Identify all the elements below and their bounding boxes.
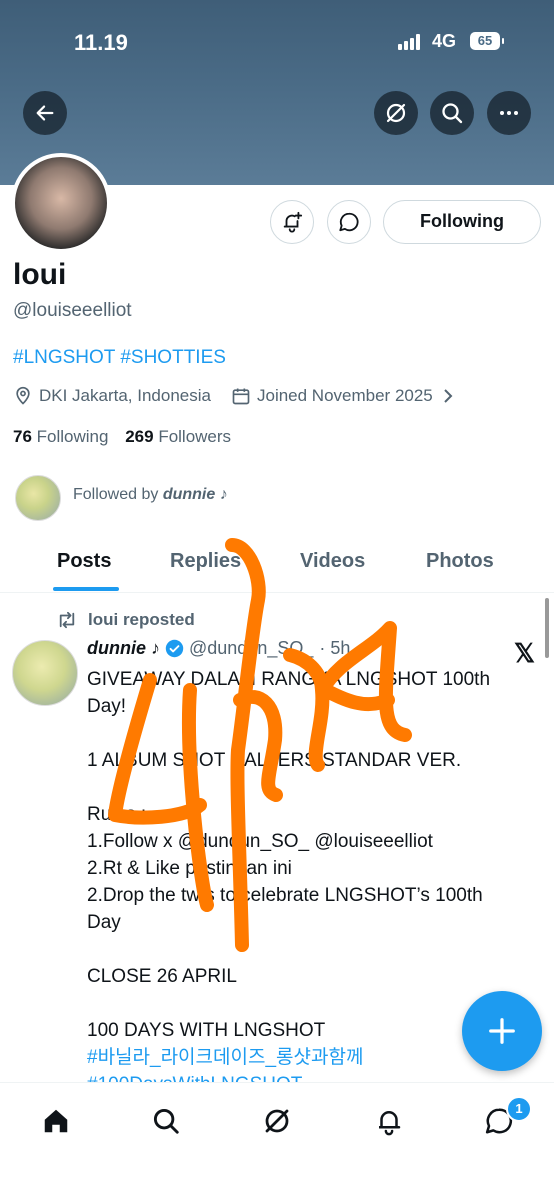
tweet-time: · 5h — [319, 638, 351, 658]
location-icon — [16, 386, 30, 405]
search-icon — [153, 1108, 179, 1134]
home-icon — [44, 1109, 68, 1133]
repost-icon — [59, 611, 75, 629]
tweet-line: Day — [87, 912, 121, 933]
plus-icon — [489, 1018, 515, 1044]
tweet-author-avatar[interactable] — [12, 640, 78, 706]
tweet-line — [87, 774, 549, 801]
following-button[interactable]: Following — [383, 200, 541, 244]
nav-notifications[interactable] — [369, 1101, 409, 1141]
following-label: Following — [36, 427, 109, 446]
profile-meta: DKI Jakarta, Indonesia Joined November 2… — [13, 386, 455, 406]
tweet-author-name[interactable]: dunnie ♪ — [87, 638, 160, 659]
tweet-author-handle[interactable]: @dundun_SO_ — [189, 638, 313, 659]
nav-grok[interactable] — [257, 1101, 297, 1141]
chat-bubble-icon — [339, 212, 359, 232]
tweet-line: 1 ALBUM SHOT CALLERS STANDAR VER. — [87, 750, 462, 771]
tweet-line: 2.Rt & Like postingan ini — [87, 858, 292, 879]
following-count: 76 — [13, 427, 32, 446]
message-button[interactable] — [327, 200, 371, 244]
grok-icon — [386, 103, 406, 123]
profile-name: loui — [13, 258, 67, 291]
nav-home[interactable] — [36, 1101, 76, 1141]
profile-bio[interactable]: #LNGSHOT #SHOTTIES — [13, 347, 226, 369]
repost-label[interactable]: loui reposted — [88, 610, 195, 630]
tweet-line — [87, 936, 549, 963]
followers-link[interactable]: 269 Followers — [125, 427, 231, 446]
messages-badge: 1 — [506, 1096, 532, 1122]
followed-by-avatar[interactable] — [15, 475, 61, 521]
back-arrow-icon — [36, 105, 54, 121]
bell-plus-icon — [283, 211, 303, 233]
followed-by-prefix: Followed by — [73, 486, 159, 503]
tweet-line: Day! — [87, 696, 127, 717]
signal-icon — [398, 34, 426, 50]
tweet-line: 2.Drop the twts to celebrate LNGSHOT’s 1… — [87, 885, 483, 906]
tab-indicator — [53, 587, 119, 591]
tweet-header: dunnie ♪ @dundun_SO_ · 5h — [87, 638, 350, 659]
profile-tabs: Posts Replies Videos Photos — [0, 530, 554, 593]
grok-icon — [265, 1109, 289, 1133]
following-link[interactable]: 76 Following — [13, 427, 108, 446]
search-icon — [442, 103, 463, 124]
tweet-line: GIVEAWAY DALAM RANGKA LNGSHOT 100th — [87, 669, 491, 690]
followed-by-text[interactable]: Followed by dunnie ♪ — [73, 486, 228, 504]
battery-icon: 65 — [470, 32, 504, 50]
bottom-nav — [0, 1082, 554, 1201]
notifications-icon — [379, 1111, 401, 1136]
tweet-line: Rules : — [87, 804, 147, 825]
status-time: 11.19 — [74, 30, 128, 55]
tab-posts[interactable]: Posts — [57, 550, 111, 573]
tab-replies[interactable]: Replies — [170, 550, 241, 573]
followed-by-name: dunnie ♪ — [162, 486, 228, 503]
tweet-line: CLOSE 26 APRIL — [87, 966, 237, 987]
profile-location: DKI Jakarta, Indonesia — [39, 386, 211, 405]
network-type: 4G — [432, 31, 457, 51]
tab-photos[interactable]: Photos — [426, 550, 494, 573]
notify-button[interactable] — [270, 200, 314, 244]
tab-videos[interactable]: Videos — [300, 550, 365, 573]
profile-handle: @louiseeelliot — [13, 300, 132, 321]
tweet-line: 1.Follow x @dundun_SO_ @louiseeelliot — [87, 831, 433, 852]
x-logo-icon: 𝕏 — [514, 638, 535, 668]
profile-counts: 76 Following 269 Followers — [13, 427, 231, 447]
status-bar: 11.19 4G 65 — [0, 0, 554, 80]
tweet-line — [87, 720, 549, 747]
grok-button[interactable] — [374, 91, 418, 135]
profile-joined: Joined November 2025 — [256, 386, 433, 405]
followers-count: 269 — [125, 427, 154, 446]
followers-label: Followers — [158, 427, 232, 446]
scrollbar[interactable] — [545, 598, 549, 658]
verified-badge-icon — [165, 639, 184, 658]
more-icon — [500, 111, 518, 115]
nav-search[interactable] — [146, 1101, 186, 1141]
calendar-icon — [232, 388, 250, 405]
more-button[interactable] — [487, 91, 531, 135]
compose-button[interactable] — [462, 991, 542, 1071]
search-button[interactable] — [430, 91, 474, 135]
profile-avatar[interactable] — [11, 153, 111, 253]
repost-indicator: loui reposted — [56, 610, 195, 630]
back-button[interactable] — [23, 91, 67, 135]
chevron-right-icon[interactable] — [441, 388, 455, 404]
